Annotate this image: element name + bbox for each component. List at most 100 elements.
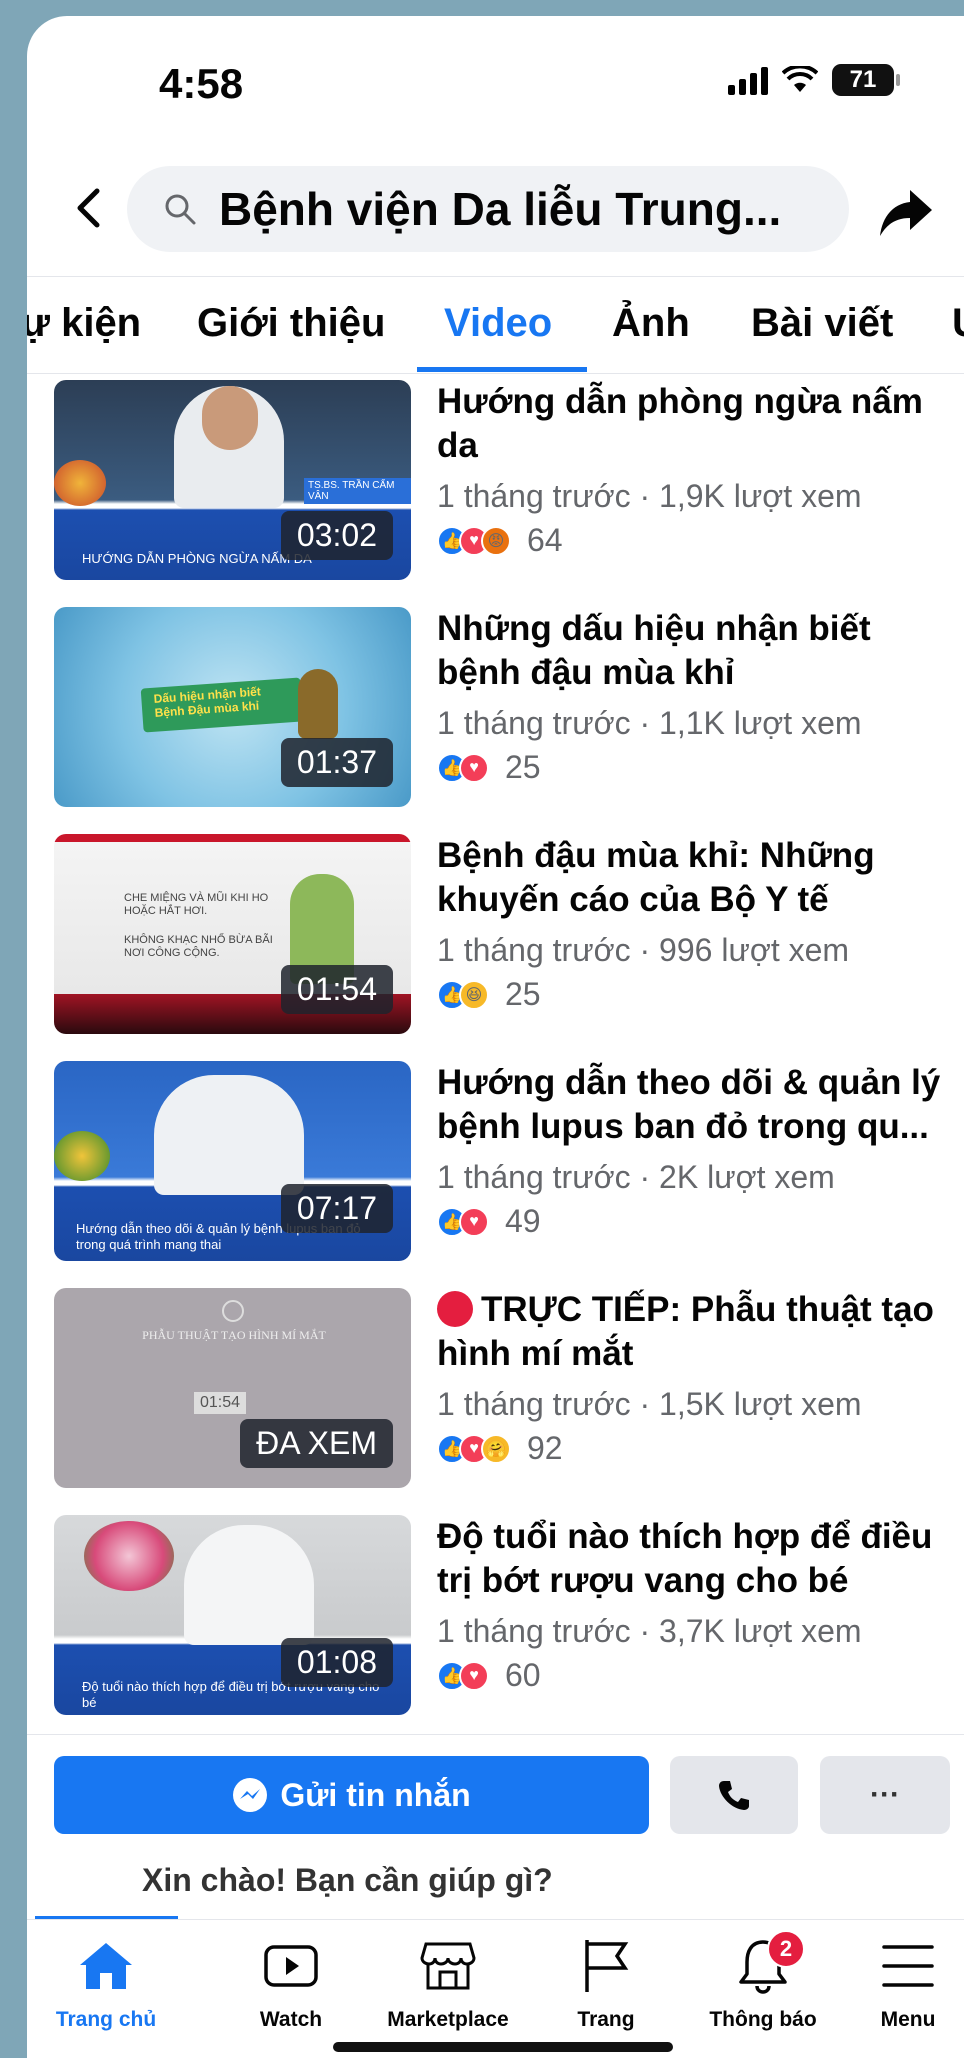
nav-pages-label: Trang [577, 2008, 635, 2031]
status-time: 4:58 [159, 60, 244, 107]
video-thumbnail[interactable]: Dấu hiệu nhận biết Bệnh Đậu mùa khỉ 01:3… [54, 607, 411, 807]
phone-screen: 4:58 71 Bệnh viện Da liễu Trung... ự kiệ… [27, 16, 964, 2058]
video-item[interactable]: TS.BS. TRẦN CẨM VÂN HƯỚNG DẪN PHÒNG NGỪA… [54, 380, 944, 580]
reaction-summary[interactable]: 👍 😆 25 [437, 976, 541, 1013]
video-thumbnail[interactable]: CHE MIỆNG VÀ MŨI KHI HO HOẶC HẮT HƠI. KH… [54, 834, 411, 1034]
reaction-count: 64 [527, 522, 563, 558]
nav-home[interactable]: Trang chủ [31, 1936, 181, 2032]
phone-icon [719, 1781, 749, 1810]
video-thumbnail[interactable]: Độ tuổi nào thích hợp để điều trị bớt rư… [54, 1515, 411, 1715]
video-thumbnail[interactable]: TS.BS. TRẦN CẨM VÂN HƯỚNG DẪN PHÒNG NGỪA… [54, 380, 411, 580]
nav-watch[interactable]: Watch [216, 1936, 366, 2032]
reaction-summary[interactable]: 👍 ♥ 60 [437, 1657, 541, 1694]
send-message-label: Gửi tin nhắn [280, 1776, 471, 1813]
video-duration: 01:08 [280, 1638, 393, 1687]
video-title[interactable]: Hướng dẫn theo dõi & quản lý bệnh lupus … [437, 1061, 947, 1149]
nav-watch-label: Watch [259, 2008, 323, 2031]
chevron-left-icon [77, 188, 100, 228]
wifi-icon [782, 66, 818, 92]
tab-video[interactable]: Video [444, 301, 552, 346]
video-thumbnail[interactable]: Hướng dẫn theo dõi & quản lý bệnh lupus … [54, 1061, 411, 1261]
video-item[interactable]: Độ tuổi nào thích hợp để điều trị bớt rư… [54, 1515, 944, 1715]
video-thumbnail[interactable]: PHẪU THUẬT TẠO HÌNH MÍ MẮT 01:54 ĐA XEM [54, 1288, 411, 1488]
thumb-name-tag: TS.BS. TRẦN CẨM VÂN [304, 478, 411, 504]
thumb-caption: PHẪU THUẬT TẠO HÌNH MÍ MẮT [142, 1328, 326, 1342]
tab-about[interactable]: Giới thiệu [197, 301, 385, 346]
home-indicator[interactable] [333, 2042, 673, 2052]
love-reaction-icon: ♥ [459, 1206, 489, 1237]
reaction-count: 25 [505, 976, 541, 1012]
reaction-summary[interactable]: 👍 ♥ 25 [437, 749, 541, 786]
reaction-count: 49 [505, 1203, 541, 1239]
video-title[interactable]: Những dấu hiệu nhận biết bệnh đậu mùa kh… [437, 607, 947, 695]
reaction-icons: 👍 ♥ [437, 1206, 489, 1237]
active-tab-indicator [417, 367, 587, 372]
video-duration: 01:54 [280, 965, 393, 1014]
marketplace-icon [420, 1942, 476, 1990]
share-arrow-icon [880, 190, 932, 236]
video-item[interactable]: Hướng dẫn theo dõi & quản lý bệnh lupus … [54, 1061, 944, 1261]
signal-icon [728, 65, 768, 95]
video-title-text: TRỰC TIẾP: Phẫu thuật tạo hình mí mắt [437, 1290, 934, 1373]
search-bar[interactable]: Bệnh viện Da liễu Trung... [127, 166, 849, 252]
video-meta: 1 tháng trước · 1,5K lượt xem [437, 1386, 862, 1422]
watch-icon [264, 1945, 318, 1987]
video-duration: 01:37 [280, 738, 393, 787]
video-meta: 1 tháng trước · 3,7K lượt xem [437, 1613, 862, 1649]
greeting-prompt[interactable]: Xin chào! Bạn cần giúp gì? [142, 1862, 553, 1899]
nav-menu[interactable]: Menu [833, 1936, 964, 2032]
battery-icon: 71 [832, 64, 900, 96]
share-button[interactable] [878, 184, 934, 240]
more-options-button[interactable]: ··· [820, 1756, 950, 1834]
video-title[interactable]: Độ tuổi nào thích hợp để điều trị bớt rư… [437, 1515, 947, 1603]
nav-marketplace-label: Marketplace [387, 2008, 509, 2031]
thumb-caption: CHE MIỆNG VÀ MŨI KHI HO HOẶC HẮT HƠI. [124, 892, 269, 917]
video-meta: 1 tháng trước · 2K lượt xem [437, 1159, 835, 1195]
reaction-icons: 👍 😆 [437, 979, 489, 1010]
nav-pages[interactable]: Trang [531, 1936, 681, 2032]
nav-marketplace[interactable]: Marketplace [373, 1936, 523, 2032]
status-icons: 71 [728, 64, 900, 96]
nav-menu-label: Menu [880, 2008, 936, 2031]
send-message-button[interactable]: Gửi tin nhắn [54, 1756, 649, 1834]
nav-notifications[interactable]: 2 Thông báo [688, 1930, 838, 2032]
reaction-summary[interactable]: 👍 ♥ 49 [437, 1203, 541, 1240]
angry-reaction-icon: 😡 [481, 525, 511, 556]
video-item[interactable]: PHẪU THUẬT TẠO HÌNH MÍ MẮT 01:54 ĐA XEM … [54, 1288, 944, 1488]
tab-more[interactable]: U [952, 301, 964, 346]
tab-posts[interactable]: Bài viết [751, 301, 893, 346]
live-dot-icon [437, 1291, 473, 1327]
home-icon [80, 1943, 132, 1989]
tab-photos[interactable]: Ảnh [612, 301, 690, 346]
love-reaction-icon: ♥ [459, 1660, 489, 1691]
watched-badge: ĐA XEM [240, 1419, 393, 1468]
tab-events[interactable]: ự kiện [27, 301, 141, 346]
reaction-summary[interactable]: 👍 ♥ 😡 64 [437, 522, 563, 559]
video-title[interactable]: TRỰC TIẾP: Phẫu thuật tạo hình mí mắt [437, 1288, 947, 1376]
search-query: Bệnh viện Da liễu Trung... [219, 183, 782, 235]
thumb-small-time: 01:54 [194, 1392, 247, 1414]
reaction-summary[interactable]: 👍 ♥ 🤗 92 [437, 1430, 563, 1467]
notification-badge: 2 [767, 1930, 805, 1968]
tab-bar: ự kiện Giới thiệu Video Ảnh Bài viết U [27, 276, 964, 374]
video-title[interactable]: Hướng dẫn phòng ngừa nấm da [437, 380, 947, 468]
flag-icon [585, 1940, 629, 1992]
nav-divider [27, 1919, 964, 1920]
video-meta: 1 tháng trước · 996 lượt xem [437, 932, 850, 968]
back-button[interactable] [63, 178, 113, 238]
video-item[interactable]: CHE MIỆNG VÀ MŨI KHI HO HOẶC HẮT HƠI. KH… [54, 834, 944, 1034]
hamburger-menu-icon [882, 1945, 934, 1987]
messenger-icon [233, 1778, 268, 1812]
video-item[interactable]: Dấu hiệu nhận biết Bệnh Đậu mùa khỉ 01:3… [54, 607, 944, 807]
thumb-caption-2: KHÔNG KHẠC NHỔ BỪA BÃI NƠI CÔNG CỘNG. [124, 934, 273, 959]
video-duration: 07:17 [280, 1184, 393, 1233]
video-title[interactable]: Bệnh đậu mùa khỉ: Những khuyến cáo của B… [437, 834, 947, 922]
video-duration: 03:02 [280, 511, 393, 560]
call-button[interactable] [670, 1756, 798, 1834]
reaction-icons: 👍 ♥ [437, 1660, 489, 1691]
search-icon [165, 194, 196, 225]
nav-home-label: Trang chủ [55, 2008, 157, 2031]
video-meta: 1 tháng trước · 1,1K lượt xem [437, 705, 862, 741]
reaction-count: 60 [505, 1657, 541, 1693]
video-meta: 1 tháng trước · 1,9K lượt xem [437, 478, 862, 514]
